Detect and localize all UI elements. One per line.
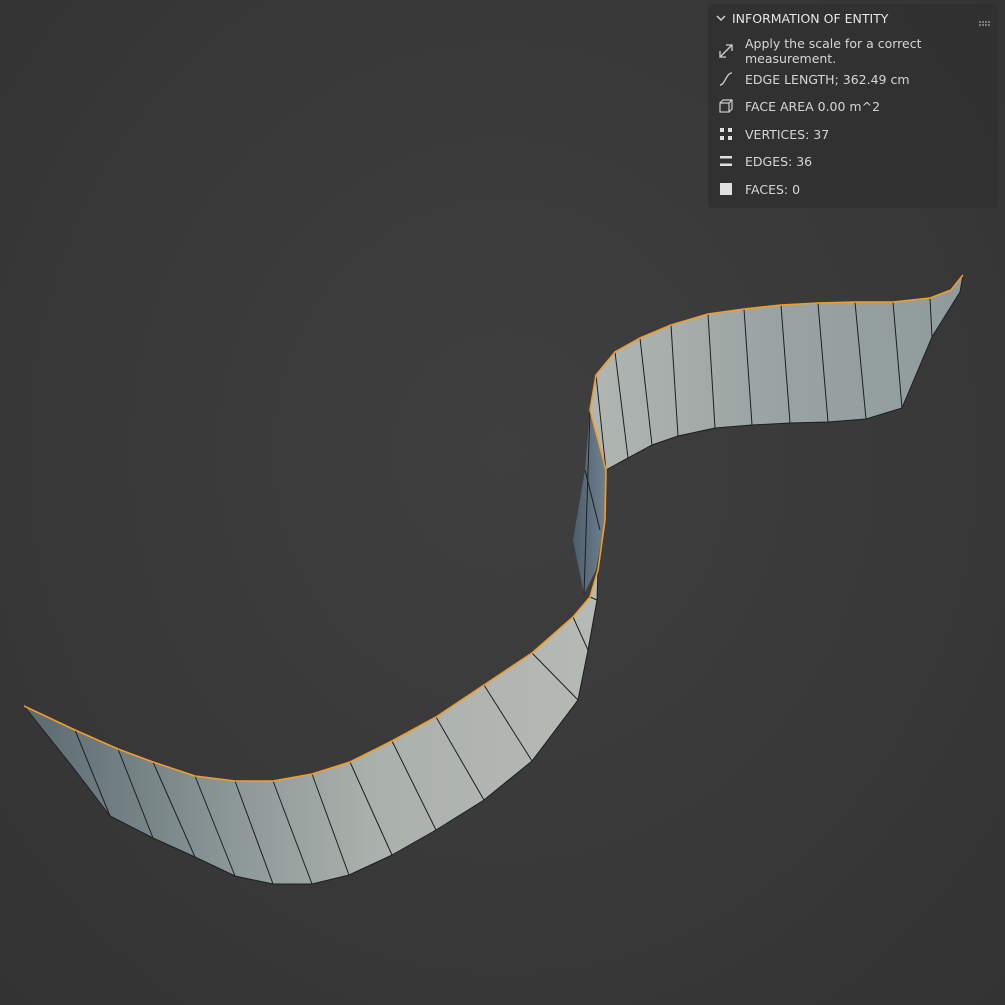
info-row-faces: FACES: 0 (708, 177, 998, 201)
info-row-vertices: VERTICES: 37 (708, 122, 998, 146)
info-row-face-area: FACE AREA 0.00 m^2 (708, 94, 998, 118)
edges-icon (717, 152, 735, 170)
info-row-edges: EDGES: 36 (708, 149, 998, 173)
info-row-edge-length: EDGE LENGTH; 362.49 cm (708, 67, 998, 91)
panel-title: INFORMATION OF ENTITY (732, 10, 889, 26)
panel-header[interactable]: INFORMATION OF ENTITY (708, 4, 998, 32)
edge-length-text: EDGE LENGTH; 362.49 cm (745, 71, 910, 87)
scale-warning-text: Apply the scale for a correct measuremen… (745, 36, 922, 66)
faces-icon (717, 180, 735, 198)
faces-count: FACES: 0 (745, 181, 801, 197)
cube-icon (717, 97, 735, 115)
info-row-scale: Apply the scale for a correct measuremen… (708, 36, 998, 66)
vertices-count: VERTICES: 37 (745, 126, 830, 142)
scale-arrows-icon (717, 42, 735, 60)
entity-info-panel: INFORMATION OF ENTITY Apply the scale fo… (708, 4, 998, 208)
chevron-down-icon[interactable] (715, 12, 727, 24)
ribbon-upper-face (590, 275, 963, 470)
edges-count: EDGES: 36 (745, 153, 813, 169)
ribbon-lower-face (24, 570, 598, 884)
vertices-icon (717, 125, 735, 143)
drag-grip-icon[interactable] (979, 14, 991, 26)
face-area-text: FACE AREA 0.00 m^2 (745, 98, 881, 114)
curve-icon (717, 70, 735, 88)
